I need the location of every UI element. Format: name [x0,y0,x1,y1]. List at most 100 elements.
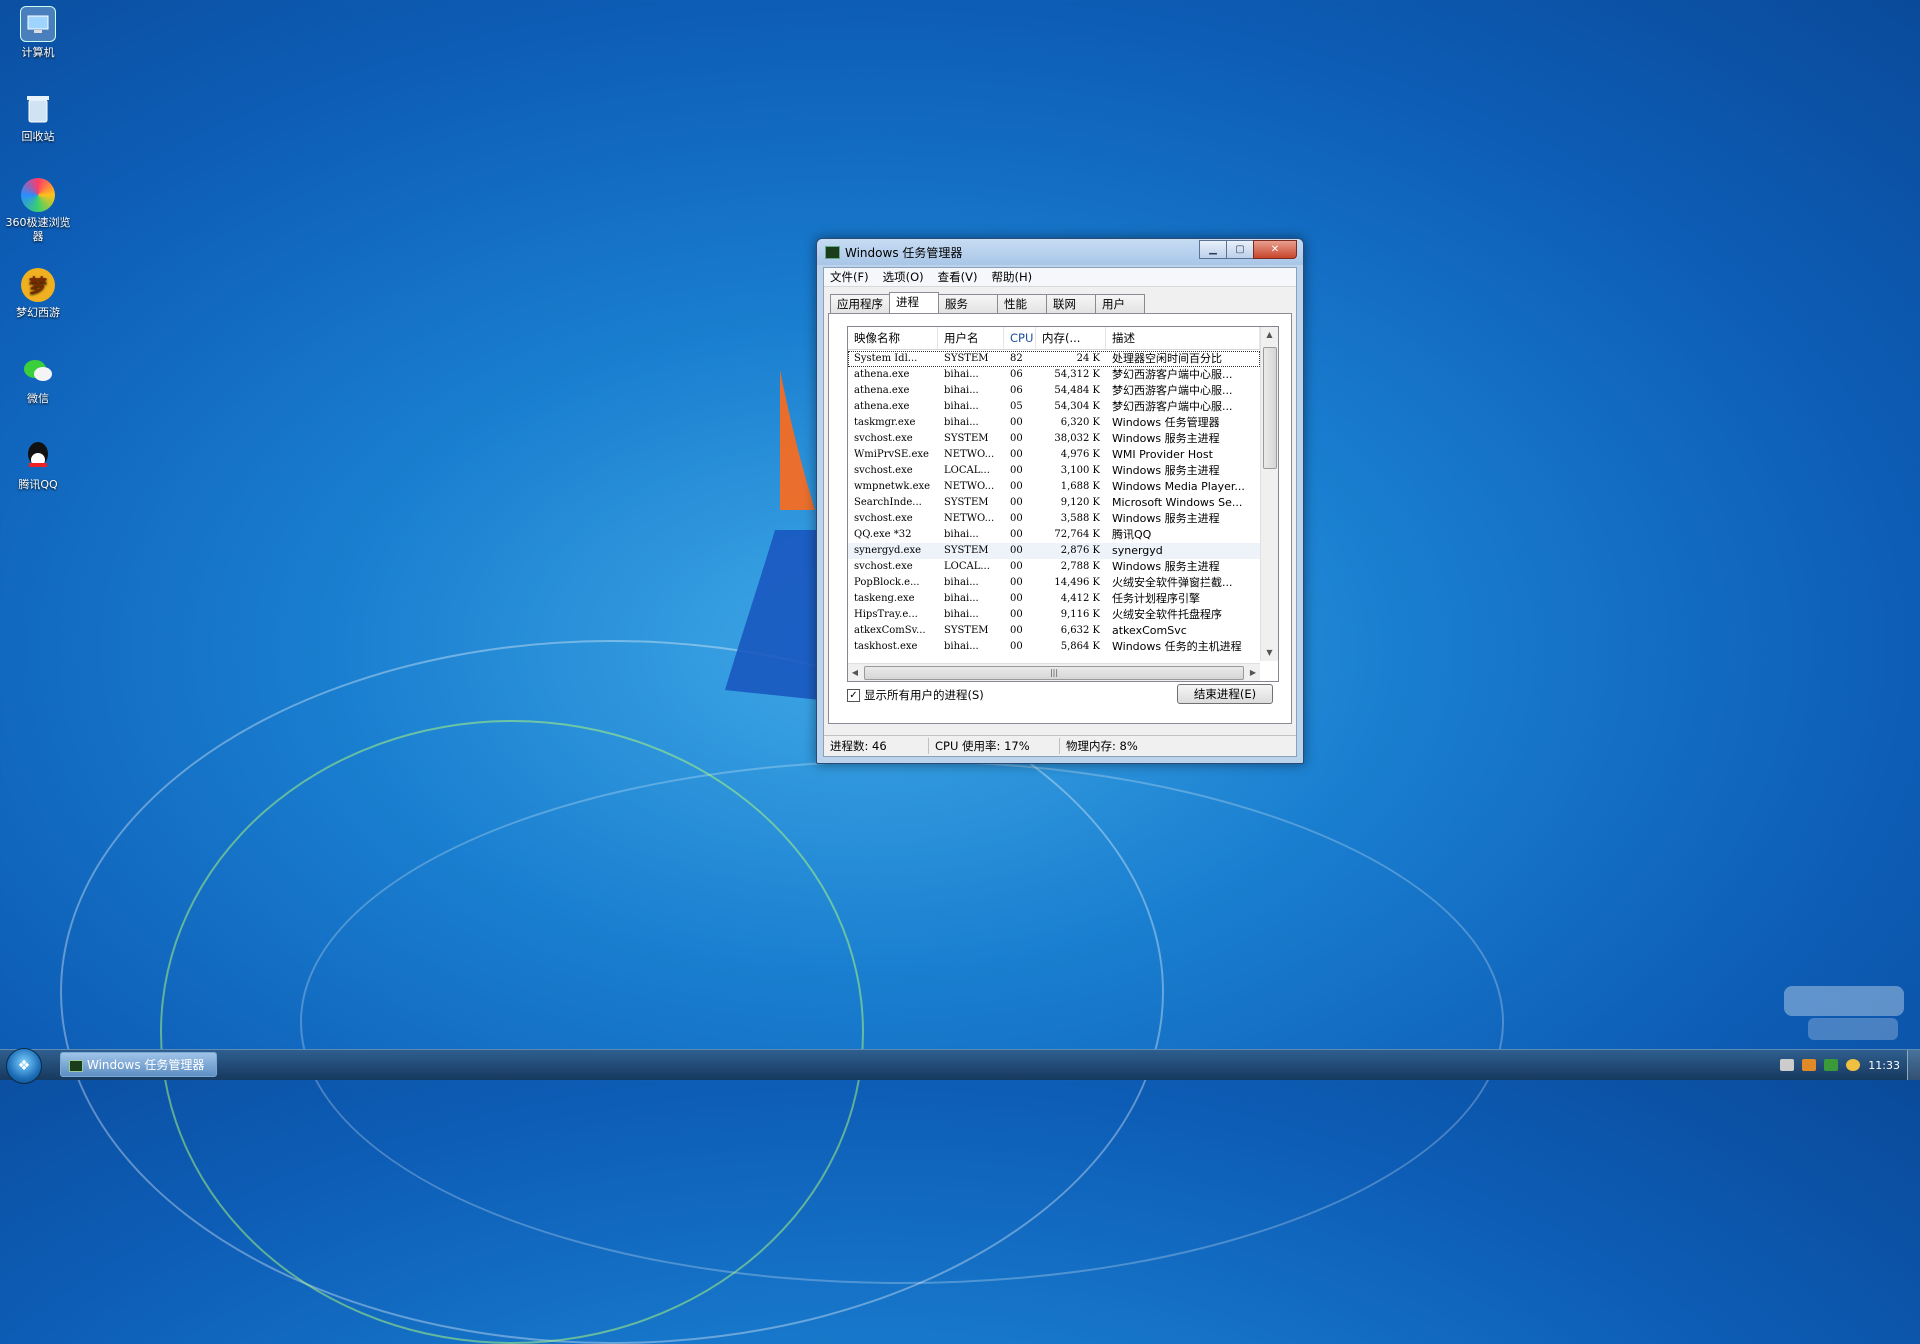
process-row[interactable]: HipsTray.e... bihai... 00 9,116 K 火绒安全软件托盘程序 [848,607,1260,623]
process-row[interactable]: atkexComSv... SYSTEM 00 6,632 K atkexComSvc [848,623,1260,639]
process-row[interactable]: svchost.exe SYSTEM 00 38,032 K Windows 服务主进程 [848,431,1260,447]
tab-applications[interactable]: 应用程序 [830,294,890,313]
tab-services[interactable]: 服务 [938,294,998,313]
column-description[interactable]: 描述 [1106,327,1260,349]
clock[interactable]: 11:33 [1868,1059,1900,1072]
process-cpu: 00 [1010,609,1023,620]
menu-view[interactable]: 查看(V) [938,269,978,285]
process-memory: 9,116 K [1060,609,1100,620]
horizontal-scrollbar[interactable]: ◀ ||| ▶ [848,663,1260,681]
process-image-name: HipsTray.e... [854,609,918,620]
column-user-name[interactable]: 用户名 [938,327,1004,349]
browser-360-icon [21,178,55,212]
process-user-name: LOCAL... [944,465,990,476]
title-bar[interactable]: Windows 任务管理器 ▁ ▢ ✕ [817,239,1303,265]
tab-performance[interactable]: 性能 [997,294,1047,313]
maximize-button[interactable]: ▢ [1226,240,1254,259]
process-memory: 2,788 K [1060,561,1100,572]
process-memory: 6,320 K [1060,417,1100,428]
keyboard-icon[interactable] [1780,1059,1795,1071]
status-memory: 物理内存: 8% [1066,739,1138,753]
process-row[interactable]: taskmgr.exe bihai... 00 6,320 K Windows 任务管理… [848,415,1260,431]
desktop-icon-qq[interactable]: 腾讯QQ [2,440,74,492]
desktop-icon-360-browser[interactable]: 360极速浏览器 [2,178,74,244]
column-memory[interactable]: 内存(... [1036,327,1106,349]
process-cpu: 05 [1010,401,1023,412]
process-image-name: athena.exe [854,401,910,412]
process-row[interactable]: athena.exe bihai... 05 54,304 K 梦幻西游客户端中心服..… [848,399,1260,415]
process-description: Windows 服务主进程 [1112,560,1220,573]
network-icon[interactable] [1824,1059,1839,1071]
process-user-name: bihai... [944,641,979,652]
vertical-scroll-thumb[interactable] [1263,347,1277,469]
scroll-down-icon[interactable]: ▼ [1261,645,1278,661]
process-cpu: 00 [1010,417,1023,428]
process-row[interactable]: System Idl... SYSTEM 82 24 K 处理器空闲时间百分比 [848,351,1260,367]
end-process-button[interactable]: 结束进程(E) [1177,684,1273,704]
scroll-right-icon[interactable]: ▶ [1246,668,1260,677]
process-cpu: 06 [1010,369,1023,380]
desktop-icon-game[interactable]: 梦 梦幻西游 [2,268,74,320]
process-user-name: bihai... [944,529,979,540]
horizontal-scroll-thumb[interactable]: ||| [864,665,1244,680]
process-row[interactable]: svchost.exe NETWO... 00 3,588 K Windows 服务主进… [848,511,1260,527]
desktop-icon-recycle-bin[interactable]: 回收站 [2,92,74,144]
process-image-name: QQ.exe *32 [854,529,912,540]
process-row[interactable]: SearchInde... SYSTEM 00 9,120 K Microsoft Wi… [848,495,1260,511]
process-cpu: 00 [1010,433,1023,444]
process-row[interactable]: wmpnetwk.exe NETWO... 00 1,688 K Windows Med… [848,479,1260,495]
tab-users[interactable]: 用户 [1095,294,1145,313]
tab-processes[interactable]: 进程 [889,292,939,313]
process-image-name: System Idl... [854,353,918,364]
menu-help[interactable]: 帮助(H) [991,269,1032,285]
security-tray-icon[interactable] [1802,1059,1817,1071]
checkbox-checked-icon: ✓ [847,688,860,702]
taskbar-item-label: Windows 任务管理器 [87,1058,205,1072]
process-user-name: bihai... [944,369,979,380]
process-list[interactable]: 映像名称 用户名 CPU 内存(... 描述 System Idl... SYST… [847,326,1279,682]
scroll-left-icon[interactable]: ◀ [848,668,862,677]
process-memory: 4,412 K [1060,593,1100,604]
show-desktop-button[interactable] [1907,1050,1920,1080]
column-cpu[interactable]: CPU [1004,327,1036,349]
process-row[interactable]: taskeng.exe bihai... 00 4,412 K 任务计划程序引擎 [848,591,1260,607]
volume-icon[interactable] [1846,1059,1861,1071]
close-button[interactable]: ✕ [1253,240,1297,259]
vertical-scrollbar[interactable]: ▲ ▼ [1260,327,1278,661]
process-user-name: SYSTEM [944,433,989,444]
process-row[interactable]: svchost.exe LOCAL... 00 2,788 K Windows 服务主进… [848,559,1260,575]
process-row[interactable]: QQ.exe *32 bihai... 00 72,764 K 腾讯QQ [848,527,1260,543]
process-cpu: 00 [1010,465,1023,476]
process-cpu: 00 [1010,481,1023,492]
task-manager-icon [825,246,840,259]
process-cpu: 00 [1010,545,1023,556]
process-description: 腾讯QQ [1112,528,1152,541]
process-row[interactable]: synergyd.exe SYSTEM 00 2,876 K synergyd [848,543,1260,559]
process-cpu: 00 [1010,529,1023,540]
menu-options[interactable]: 选项(O) [883,269,924,285]
qq-icon [21,440,55,474]
show-all-users-label: 显示所有用户的进程(S) [864,688,984,702]
desktop-icon-computer[interactable]: 计算机 [2,6,74,60]
process-row[interactable]: taskhost.exe bihai... 00 5,864 K Windows 任务的… [848,639,1260,655]
scroll-up-icon[interactable]: ▲ [1261,327,1278,343]
process-user-name: SYSTEM [944,497,989,508]
process-row[interactable]: athena.exe bihai... 06 54,312 K 梦幻西游客户端中心服..… [848,367,1260,383]
column-image-name[interactable]: 映像名称 [848,327,938,349]
status-process-count: 进程数: 46 [824,738,929,754]
desktop-icon-wechat[interactable]: 微信 [2,354,74,406]
tab-networking[interactable]: 联网 [1046,294,1096,313]
process-row[interactable]: athena.exe bihai... 06 54,484 K 梦幻西游客户端中心服..… [848,383,1260,399]
process-row[interactable]: WmiPrvSE.exe NETWO... 00 4,976 K WMI Provide… [848,447,1260,463]
process-cpu: 82 [1010,353,1023,364]
process-row[interactable]: svchost.exe LOCAL... 00 3,100 K Windows 服务主进… [848,463,1260,479]
show-all-users-checkbox[interactable]: ✓ 显示所有用户的进程(S) [847,687,984,703]
start-button[interactable]: ❖ [6,1048,42,1084]
taskbar-item-task-manager[interactable]: Windows 任务管理器 [60,1052,217,1077]
process-memory: 5,864 K [1060,641,1100,652]
process-memory: 1,688 K [1060,481,1100,492]
process-row[interactable]: PopBlock.e... bihai... 00 14,496 K 火绒安全软件弹窗拦… [848,575,1260,591]
menu-file[interactable]: 文件(F) [830,269,869,285]
process-image-name: taskeng.exe [854,593,915,604]
minimize-button[interactable]: ▁ [1199,240,1227,259]
